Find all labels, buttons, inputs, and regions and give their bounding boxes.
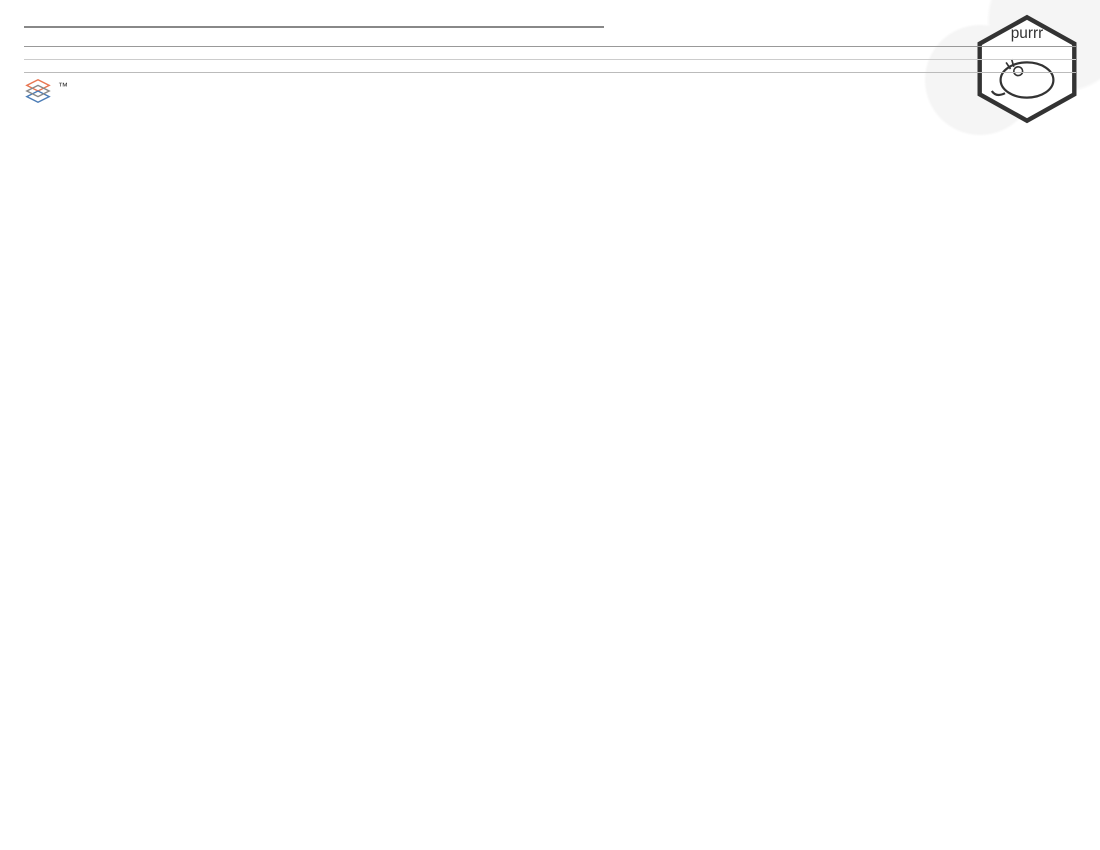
shortcuts-grid [24,46,1076,53]
footer: ™ [24,72,1076,105]
index-note [24,59,1076,66]
section-map-functions [24,24,604,28]
posit-icon [24,77,52,105]
posit-logo: ™ [24,77,68,105]
